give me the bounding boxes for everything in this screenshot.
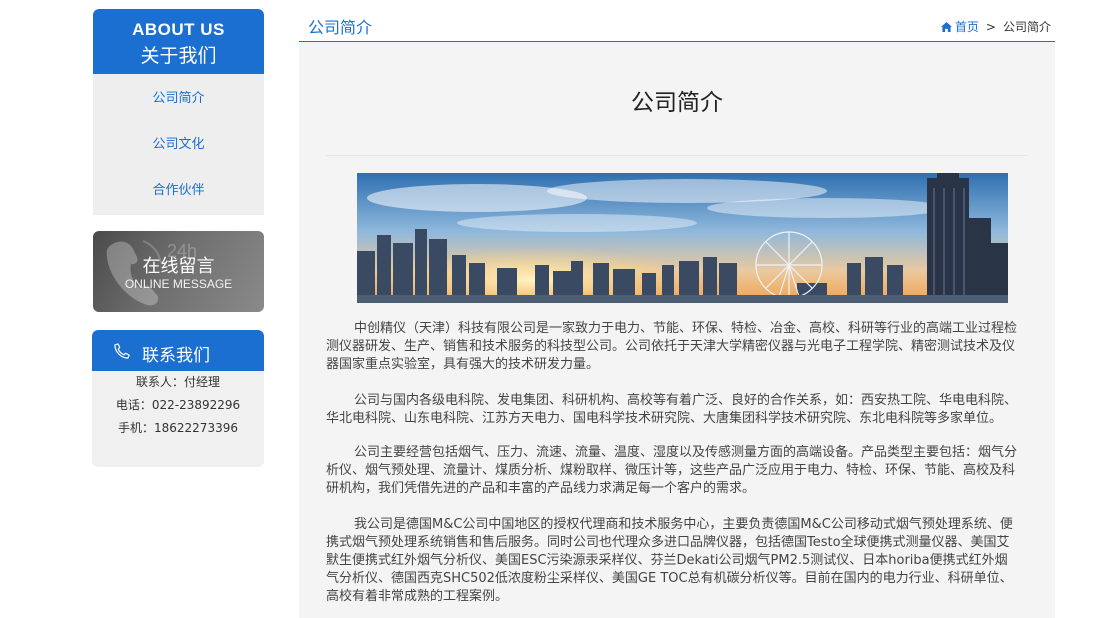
- sidebar-item-company-culture[interactable]: 公司文化: [93, 122, 264, 168]
- page-title: 公司简介: [631, 90, 723, 116]
- breadcrumb: 首页 > 公司简介: [940, 18, 1051, 35]
- contact-person: 联系人：付经理: [135, 375, 220, 389]
- online-message-button[interactable]: 24h 在线留言 ONLINE MESSAGE: [93, 231, 264, 312]
- city-skyline-banner: [357, 173, 1008, 303]
- contact-header: 联系我们: [92, 330, 264, 371]
- message-title-en: ONLINE MESSAGE: [124, 277, 233, 291]
- intro-paragraph-3: 公司主要经营包括烟气、压力、流速、流量、温度、湿度以及传感测量方面的高端设备。产…: [326, 445, 1018, 496]
- intro-paragraph-4: 我公司是德国M&C公司中国地区的授权代理商和技术服务中心，主要负责德国M&C公司…: [326, 517, 1013, 604]
- contact-title: 联系我们: [142, 346, 210, 366]
- content-area: 公司简介 中创精仪（天津）科技有限公司是一家致力于电力、节能、环保、特检、冶金、…: [299, 42, 1055, 618]
- breadcrumb-current: 公司简介: [1002, 20, 1051, 34]
- section-title: 公司简介: [308, 18, 373, 37]
- sidebar-item-company-profile[interactable]: 公司简介: [93, 76, 264, 122]
- breadcrumb-separator: >: [985, 19, 996, 34]
- breadcrumb-home-link[interactable]: 首页: [955, 18, 979, 35]
- about-header: ABOUT US 关于我们: [93, 9, 264, 74]
- contact-mobile: 手机：18622273396: [118, 421, 238, 435]
- contact-panel: 联系我们 联系人：付经理 电话：022-23892296 手机：18622273…: [92, 330, 264, 467]
- about-sidebar: ABOUT US 关于我们 公司简介 公司文化 合作伙伴: [93, 9, 264, 215]
- contact-tel: 电话：022-23892296: [115, 398, 241, 412]
- phone-icon: [114, 343, 130, 359]
- section-header: 公司简介 首页 > 公司简介: [299, 9, 1055, 42]
- about-title-cn: 关于我们: [140, 45, 217, 67]
- message-title-cn: 在线留言: [142, 256, 215, 277]
- about-title-en: ABOUT US: [132, 20, 225, 39]
- sidebar-item-partners[interactable]: 合作伙伴: [93, 168, 264, 214]
- home-icon: [940, 21, 952, 32]
- intro-paragraph-2: 公司与国内各级电科院、发电集团、科研机构、高校等有着广泛、良好的合作关系，如：西…: [326, 393, 1018, 426]
- intro-paragraph-1: 中创精仪（天津）科技有限公司是一家致力于电力、节能、环保、特检、冶金、高校、科研…: [326, 321, 1018, 372]
- title-divider: [326, 155, 1028, 156]
- about-nav: 公司简介 公司文化 合作伙伴: [93, 76, 264, 214]
